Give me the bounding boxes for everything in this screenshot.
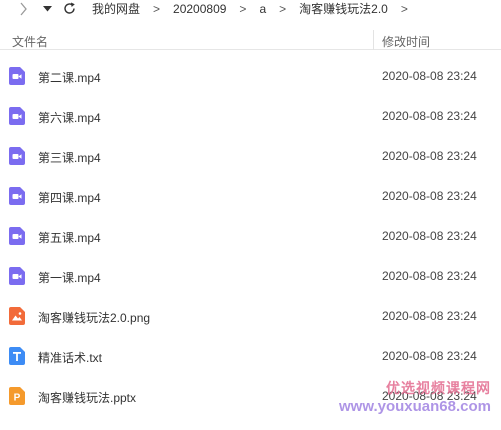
- file-modified-time: 2020-08-08 23:24: [382, 149, 477, 163]
- file-list-header: 文件名 修改时间: [0, 30, 501, 50]
- refresh-button[interactable]: [62, 0, 76, 17]
- chevron-right-icon: [20, 2, 27, 15]
- file-row[interactable]: 第三课.mp4 2020-08-08 23:24: [0, 136, 501, 176]
- refresh-icon: [63, 2, 75, 14]
- file-row[interactable]: 第四课.mp4 2020-08-08 23:24: [0, 176, 501, 216]
- breadcrumb-item[interactable]: 淘客赚钱玩法2.0: [299, 0, 388, 17]
- video-file-icon: [9, 227, 25, 245]
- file-row[interactable]: 第二课.mp4 2020-08-08 23:24: [0, 56, 501, 96]
- file-name[interactable]: 第五课.mp4: [38, 229, 101, 246]
- breadcrumb: 我的网盘 > 20200809 > a > 淘客赚钱玩法2.0 >: [92, 0, 421, 17]
- video-file-icon: [9, 147, 25, 165]
- dropdown-button[interactable]: [40, 0, 54, 17]
- breadcrumb-item[interactable]: 我的网盘: [92, 0, 140, 17]
- navigation-toolbar: 我的网盘 > 20200809 > a > 淘客赚钱玩法2.0 >: [0, 0, 501, 17]
- image-file-icon: [9, 307, 25, 325]
- column-divider[interactable]: [373, 30, 374, 50]
- file-modified-time: 2020-08-08 23:24: [382, 109, 477, 123]
- text-file-icon: [9, 347, 25, 365]
- file-modified-time: 2020-08-08 23:24: [382, 189, 477, 203]
- video-file-icon: [9, 187, 25, 205]
- file-name[interactable]: 第一课.mp4: [38, 269, 101, 286]
- breadcrumb-separator-icon: >: [153, 1, 161, 16]
- file-name[interactable]: 第三课.mp4: [38, 149, 101, 166]
- column-header-modified[interactable]: 修改时间: [382, 33, 430, 50]
- breadcrumb-item[interactable]: a: [259, 2, 266, 16]
- file-name[interactable]: 第四课.mp4: [38, 189, 101, 206]
- file-modified-time: 2020-08-08 23:24: [382, 309, 477, 323]
- back-button[interactable]: [16, 0, 30, 17]
- caret-down-icon: [42, 5, 52, 11]
- video-file-icon: [9, 107, 25, 125]
- file-row[interactable]: 第五课.mp4 2020-08-08 23:24: [0, 216, 501, 256]
- file-name[interactable]: 第六课.mp4: [38, 109, 101, 126]
- file-modified-time: 2020-08-08 23:24: [382, 229, 477, 243]
- video-file-icon: [9, 267, 25, 285]
- file-name[interactable]: 淘客赚钱玩法.pptx: [38, 389, 136, 406]
- file-modified-time: 2020-08-08 23:24: [382, 69, 477, 83]
- file-modified-time: 2020-08-08 23:24: [382, 389, 477, 403]
- file-row[interactable]: 第六课.mp4 2020-08-08 23:24: [0, 96, 501, 136]
- file-modified-time: 2020-08-08 23:24: [382, 269, 477, 283]
- file-name[interactable]: 第二课.mp4: [38, 69, 101, 86]
- file-name[interactable]: 精准话术.txt: [38, 349, 102, 366]
- video-file-icon: [9, 67, 25, 85]
- ppt-file-icon: P: [9, 387, 25, 405]
- file-row[interactable]: 淘客赚钱玩法2.0.png 2020-08-08 23:24: [0, 296, 501, 336]
- file-row[interactable]: 精准话术.txt 2020-08-08 23:24: [0, 336, 501, 376]
- file-row[interactable]: 第一课.mp4 2020-08-08 23:24: [0, 256, 501, 296]
- breadcrumb-separator-icon: >: [239, 1, 247, 16]
- breadcrumb-separator-icon: >: [279, 1, 287, 16]
- file-list: 第二课.mp4 2020-08-08 23:24 第六课.mp4 2020-08-08…: [0, 56, 501, 416]
- breadcrumb-item[interactable]: 20200809: [173, 2, 226, 16]
- file-row[interactable]: P 淘客赚钱玩法.pptx 2020-08-08 23:24: [0, 376, 501, 416]
- file-name[interactable]: 淘客赚钱玩法2.0.png: [38, 309, 150, 326]
- column-header-name[interactable]: 文件名: [12, 33, 48, 50]
- file-modified-time: 2020-08-08 23:24: [382, 349, 477, 363]
- svg-text:P: P: [14, 393, 21, 404]
- breadcrumb-separator-icon: >: [400, 1, 408, 16]
